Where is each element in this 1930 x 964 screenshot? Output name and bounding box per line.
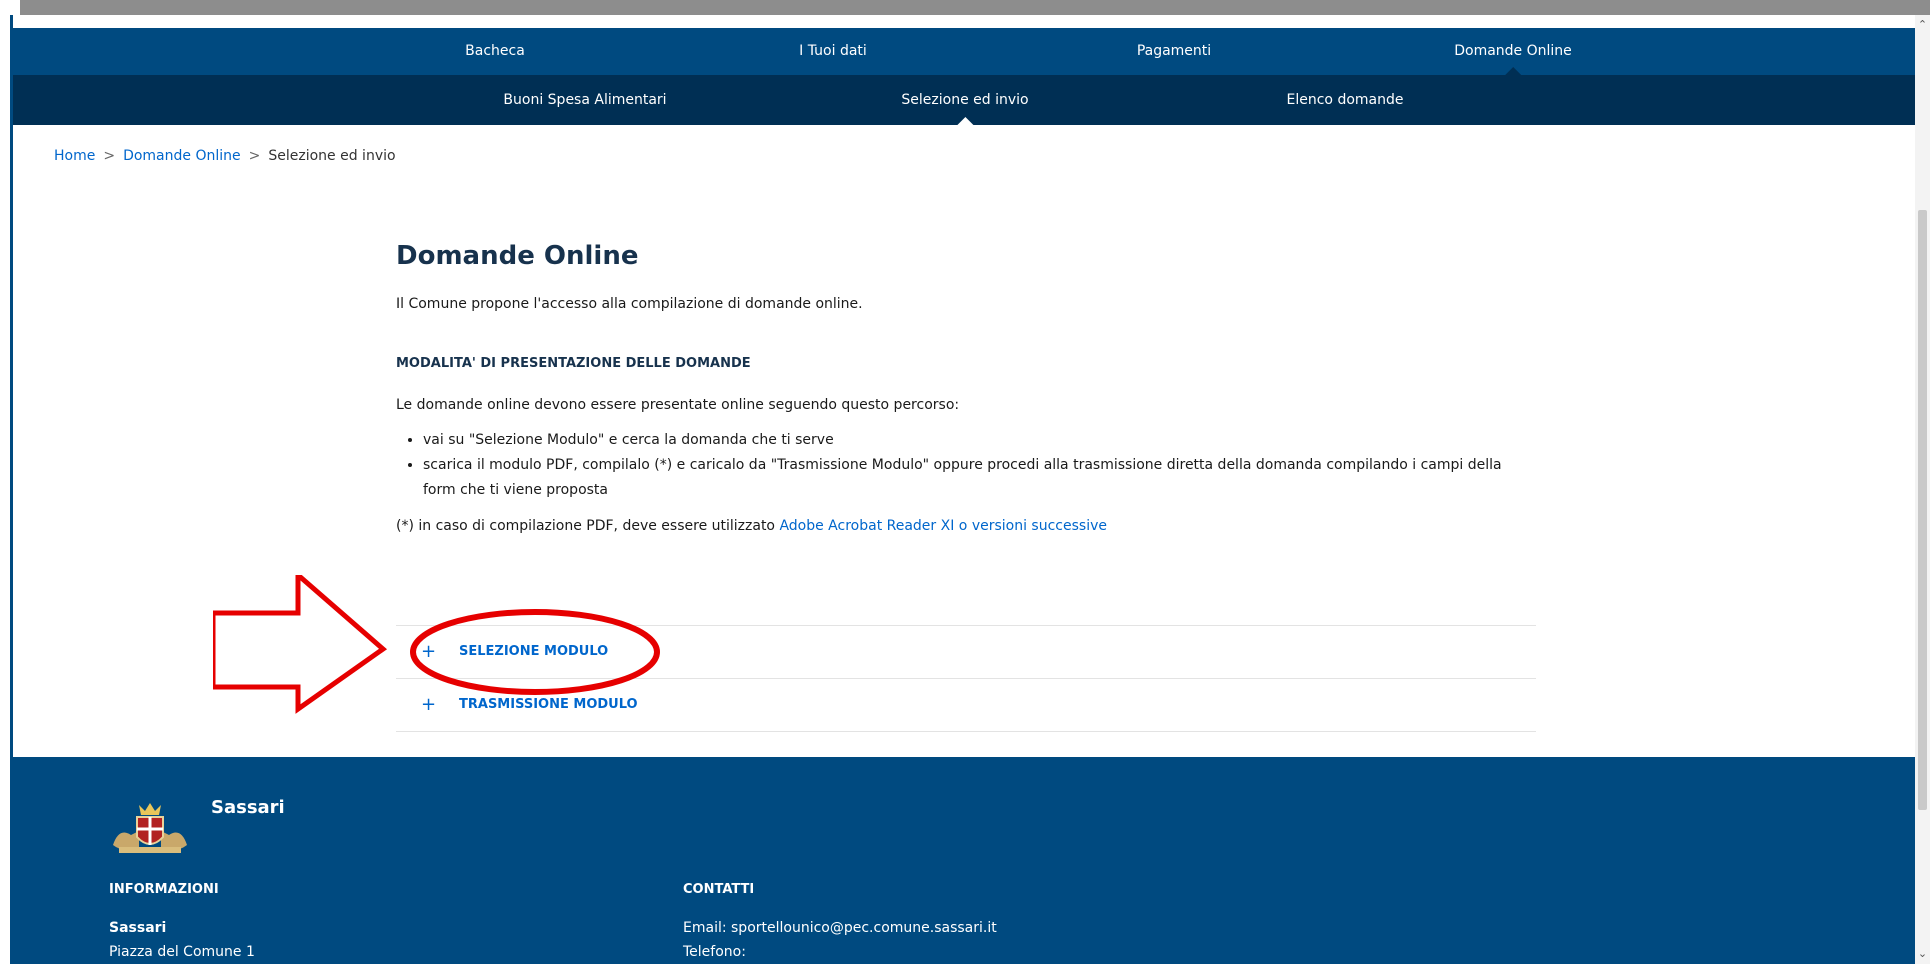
- annotation-arrow-icon: [213, 575, 388, 714]
- footer-phone: Telefono:: [683, 944, 746, 960]
- window-left-edge: [0, 15, 3, 964]
- breadcrumb-section-link[interactable]: Domande Online: [123, 148, 241, 164]
- list-item: scarica il modulo PDF, compilalo (*) e c…: [423, 453, 1536, 503]
- acrobat-reader-link[interactable]: Adobe Acrobat Reader XI o versioni succe…: [779, 518, 1107, 534]
- subnav-item-label: Selezione ed invio: [901, 92, 1029, 108]
- annotation-overlay: [213, 575, 660, 714]
- page: Bacheca I Tuoi dati Pagamenti Domande On…: [13, 15, 1915, 964]
- breadcrumb: Home > Domande Online > Selezione ed invio: [54, 148, 396, 164]
- scroll-up-arrow-icon[interactable]: ⌃: [1916, 19, 1929, 31]
- pdf-note-text: (*) in caso di compilazione PDF, deve es…: [396, 518, 775, 534]
- nav-item-domande-online[interactable]: Domande Online: [1454, 28, 1572, 75]
- pdf-note: (*) in caso di compilazione PDF, deve es…: [396, 518, 1536, 534]
- footer-info-heading: INFORMAZIONI: [109, 882, 219, 897]
- city-crest-icon: [113, 803, 187, 853]
- scroll-down-arrow-icon[interactable]: ⌄: [1916, 948, 1929, 960]
- footer-contacts-heading: CONTATTI: [683, 882, 755, 897]
- main-content: Domande Online Il Comune propone l'acces…: [396, 235, 1536, 534]
- subnav-item-elenco-domande[interactable]: Elenco domande: [1287, 75, 1404, 125]
- footer-email[interactable]: Email: sportellounico@pec.comune.sassari…: [683, 920, 997, 936]
- subnav-item-selezione-invio[interactable]: Selezione ed invio: [901, 75, 1029, 125]
- nav-item-tuoi-dati[interactable]: I Tuoi dati: [799, 28, 867, 75]
- footer-brand: Sassari: [211, 797, 285, 818]
- breadcrumb-separator: >: [248, 148, 261, 164]
- footer: Sassari INFORMAZIONI CONTATTI Sassari Pi…: [13, 757, 1915, 964]
- nav-item-label: Domande Online: [1454, 43, 1572, 59]
- active-caret-icon: [1504, 67, 1521, 75]
- instructions-text: Le domande online devono essere presenta…: [396, 397, 960, 413]
- nav-item-pagamenti[interactable]: Pagamenti: [1137, 28, 1211, 75]
- breadcrumb-current: Selezione ed invio: [268, 148, 396, 164]
- scrollbar-thumb[interactable]: [1918, 210, 1927, 810]
- vertical-scrollbar[interactable]: ⌃ ⌄: [1915, 15, 1930, 964]
- breadcrumb-separator: >: [103, 148, 116, 164]
- nav-item-bacheca[interactable]: Bacheca: [465, 28, 525, 75]
- section-subheading: MODALITA' DI PRESENTAZIONE DELLE DOMANDE: [396, 356, 751, 371]
- intro-text: Il Comune propone l'accesso alla compila…: [396, 296, 863, 312]
- active-caret-icon: [956, 117, 973, 125]
- primary-nav: Bacheca I Tuoi dati Pagamenti Domande On…: [13, 28, 1915, 75]
- steps-list: vai su "Selezione Modulo" e cerca la dom…: [396, 428, 1536, 503]
- window-top-strip: [20, 0, 1930, 15]
- secondary-nav: Buoni Spesa Alimentari Selezione ed invi…: [13, 75, 1915, 125]
- page-title: Domande Online: [396, 241, 639, 271]
- annotation-ellipse-icon: [410, 609, 660, 695]
- footer-info-address: Piazza del Comune 1: [109, 944, 255, 960]
- breadcrumb-home-link[interactable]: Home: [54, 148, 95, 164]
- list-item: vai su "Selezione Modulo" e cerca la dom…: [423, 428, 1536, 453]
- footer-info-name: Sassari: [109, 920, 167, 936]
- subnav-item-buoni-spesa[interactable]: Buoni Spesa Alimentari: [503, 75, 666, 125]
